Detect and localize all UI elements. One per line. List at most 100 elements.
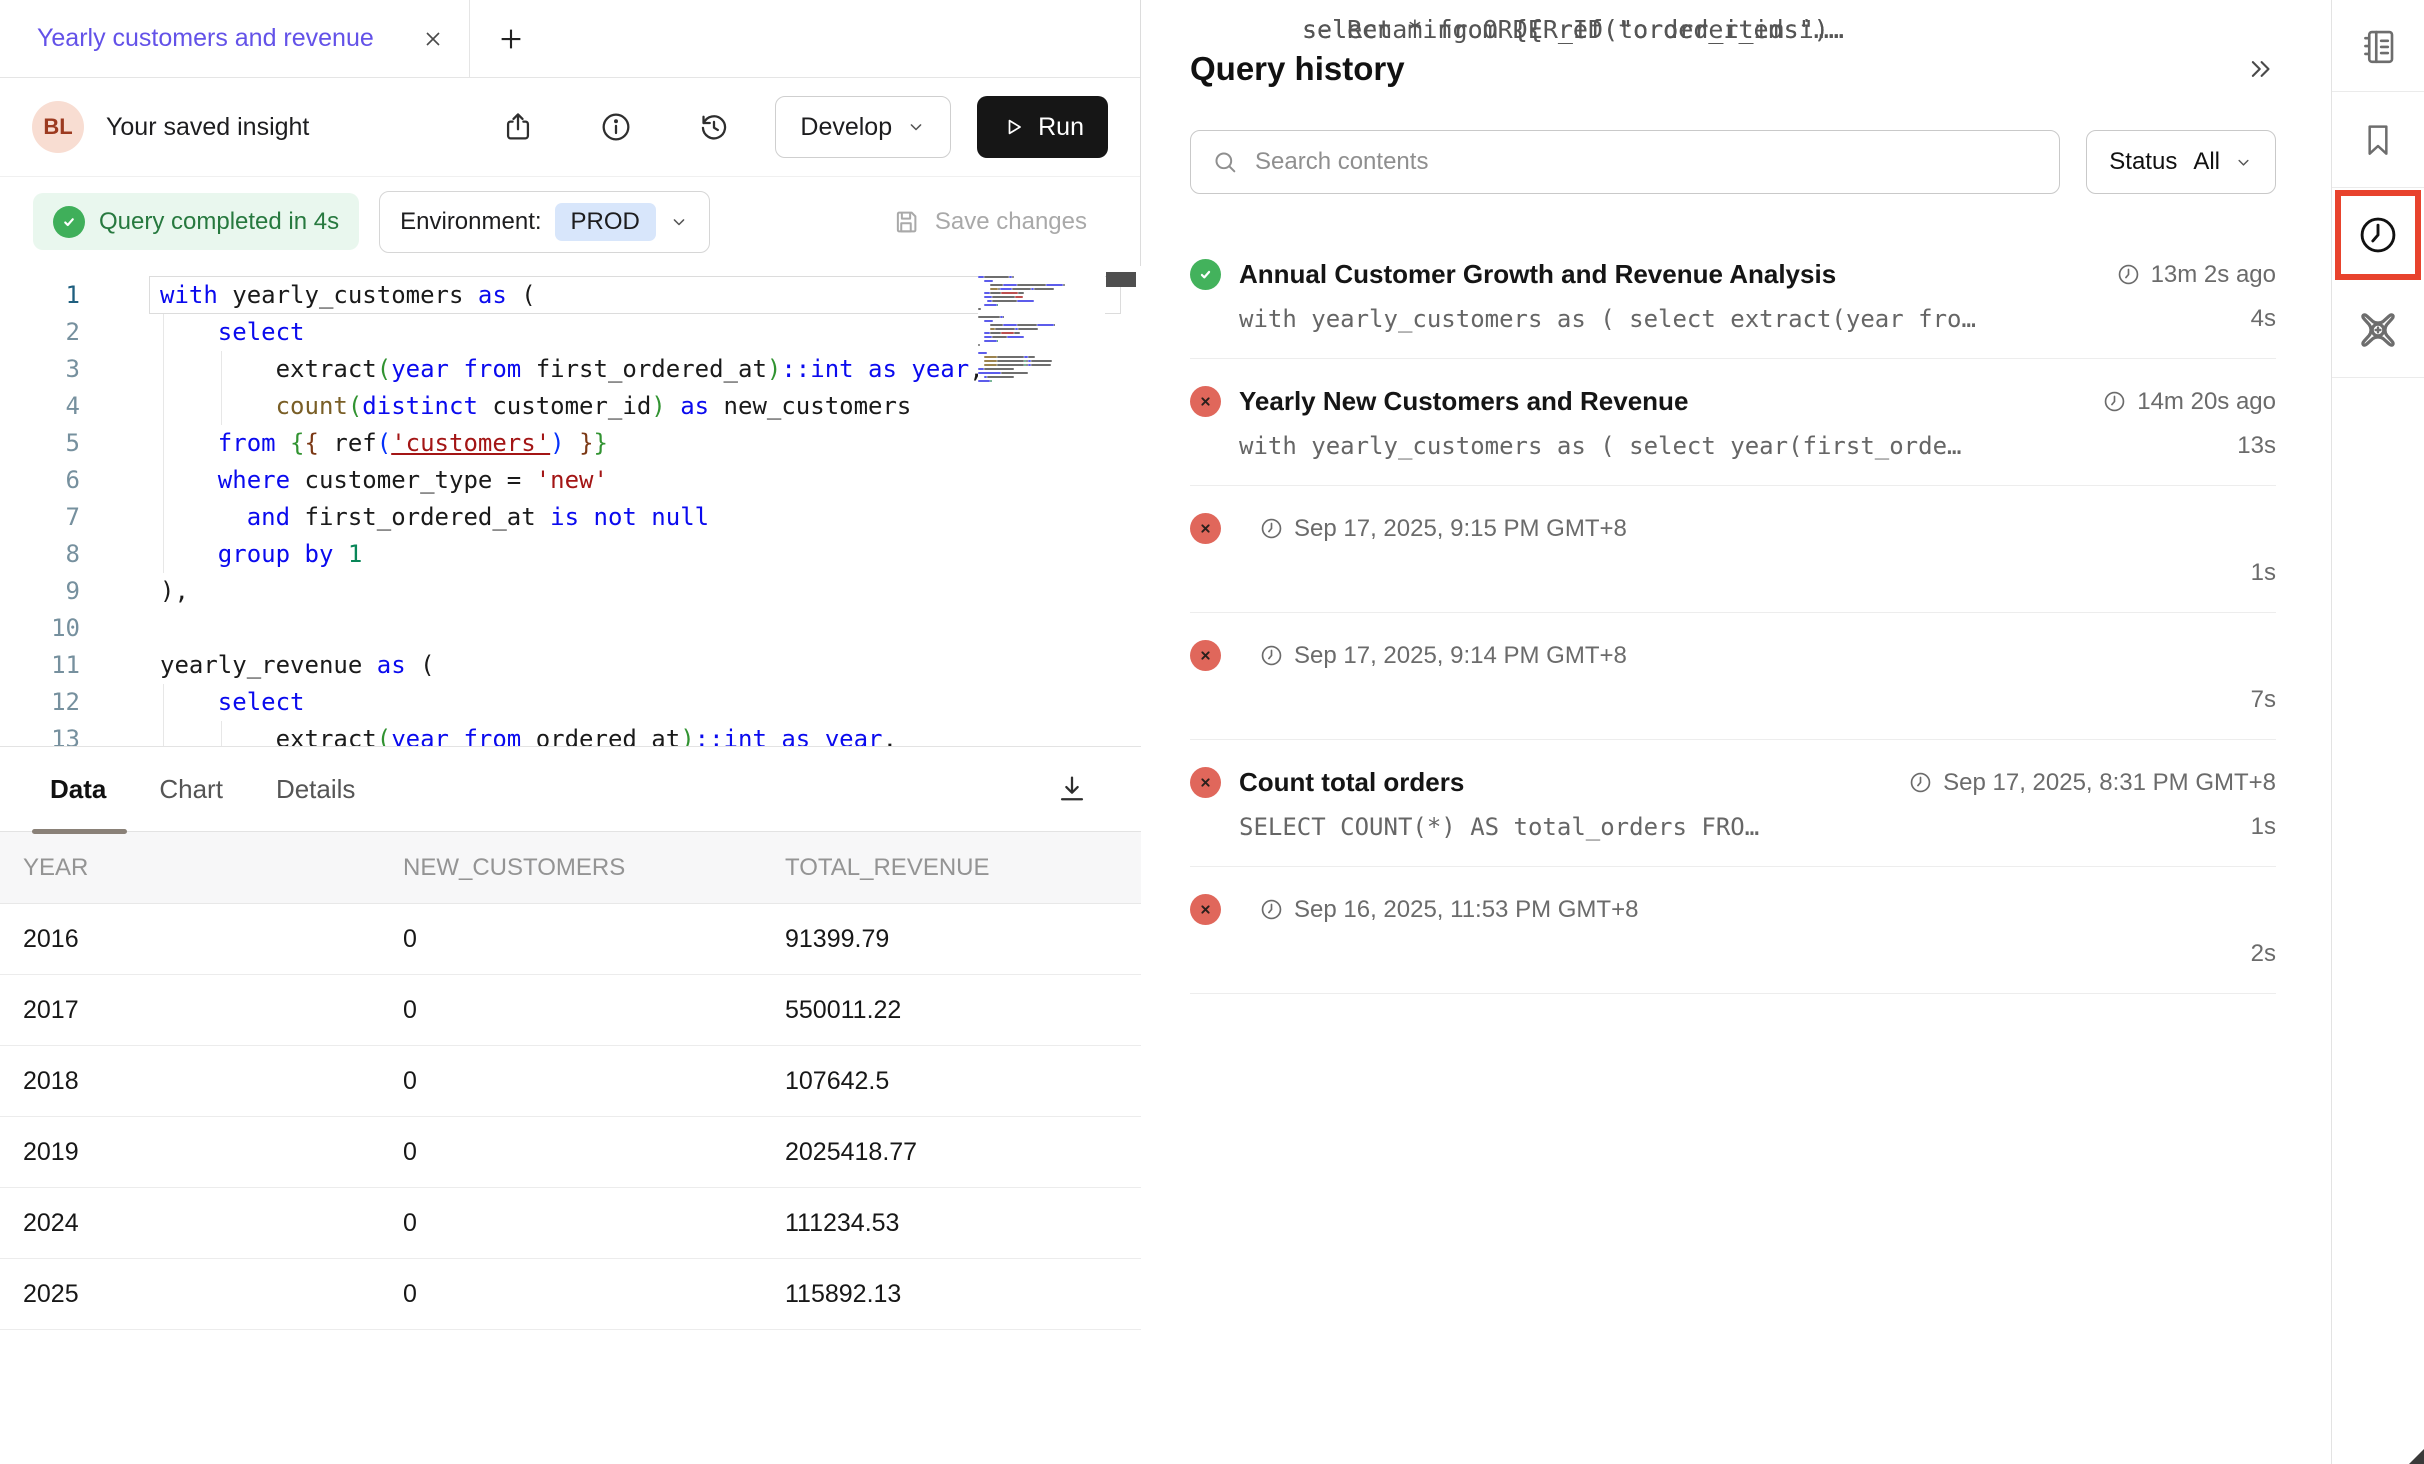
line-number: 1 [0, 277, 80, 314]
editor-minimap[interactable] [978, 273, 1105, 746]
check-icon [53, 206, 85, 238]
history-item-time: Sep 17, 2025, 9:15 PM GMT+8 [1259, 515, 1627, 543]
line-number: 6 [0, 462, 80, 499]
sql-code-editor[interactable]: 12345678910111213 with yearly_customers … [0, 266, 1141, 746]
chevron-down-icon [669, 212, 689, 232]
history-item-duration: 2s [2251, 940, 2276, 968]
history-item[interactable]: select * from {{ ref("order_items")…Sep … [1190, 486, 2276, 613]
history-item-title: -- Renaming ORDER_ID to order_id i… [1302, 11, 2331, 48]
avatar: BL [32, 101, 84, 153]
history-item-query-preview: with yearly_customers as ( select extrac… [1239, 305, 2251, 333]
table-cell: 0 [403, 925, 785, 954]
tab-yearly-customers-and-revenue[interactable]: Yearly customers and revenue [0, 0, 470, 77]
history-item[interactable]: select * from {{ ref("order_items")…Sep … [1190, 613, 2276, 740]
chevron-down-icon [2234, 153, 2253, 172]
table-cell: 2017 [23, 996, 403, 1025]
search-input[interactable] [1255, 148, 2039, 176]
tab-title: Yearly customers and revenue [37, 24, 407, 53]
status-row: Query completed in 4s Environment: PROD … [0, 177, 1140, 266]
history-item-duration: 7s [2251, 686, 2276, 714]
table-cell: 0 [403, 996, 785, 1025]
line-number: 3 [0, 351, 80, 388]
history-item-query-preview: SELECT COUNT(*) AS total_orders FRO… [1239, 813, 2251, 841]
history-item-title: Yearly New Customers and Revenue [1239, 386, 2064, 417]
insight-label: Your saved insight [106, 113, 309, 142]
notebook-icon[interactable] [2332, 0, 2424, 91]
error-x-icon [1190, 513, 1221, 544]
explore-flux-icon[interactable] [2332, 282, 2424, 377]
history-item-title: Count total orders [1239, 767, 1870, 798]
table-cell: 2018 [23, 1067, 403, 1096]
plus-icon [496, 24, 526, 54]
results-tab-bar: Data Chart Details [0, 746, 1141, 832]
tab-data[interactable]: Data [50, 747, 106, 831]
info-icon[interactable] [599, 110, 633, 144]
clock-icon [2116, 262, 2141, 287]
new-tab-button[interactable] [470, 0, 552, 77]
history-item-query-preview: with yearly_customers as ( select year(f… [1239, 432, 2237, 460]
history-item[interactable]: Count total ordersSep 17, 2025, 8:31 PM … [1190, 740, 2276, 867]
run-button[interactable]: Run [977, 96, 1108, 158]
line-number: 12 [0, 684, 80, 721]
double-chevron-right-icon[interactable] [2246, 54, 2276, 84]
error-x-icon [1190, 640, 1221, 671]
environment-selector[interactable]: Environment: PROD [379, 191, 710, 253]
indent-guide [221, 721, 222, 746]
indent-guide [163, 684, 164, 746]
clock-icon [1259, 643, 1284, 668]
environment-label: Environment: [400, 208, 541, 236]
table-row: 20250115892.13 [0, 1259, 1141, 1330]
chevron-down-icon [906, 117, 926, 137]
history-item[interactable]: Annual Customer Growth and Revenue Analy… [1190, 232, 2276, 359]
history-item-duration: 13s [2237, 432, 2276, 460]
column-header-year: YEAR [23, 854, 403, 882]
play-icon [1001, 115, 1025, 139]
query-status-pill: Query completed in 4s [33, 193, 359, 250]
restore-icon[interactable] [697, 110, 731, 144]
query-status-text: Query completed in 4s [99, 208, 339, 236]
right-icon-sidebar [2331, 0, 2424, 1464]
query-editor-panel: Yearly customers and revenue BL Your sav… [0, 0, 1141, 1464]
table-row: 20180107642.5 [0, 1046, 1141, 1117]
indent-guide [221, 351, 222, 425]
develop-button[interactable]: Develop [775, 96, 951, 158]
tab-chart[interactable]: Chart [159, 747, 223, 831]
table-row: 2016091399.79 [0, 904, 1141, 975]
share-icon[interactable] [501, 110, 535, 144]
search-box[interactable] [1190, 130, 2060, 194]
history-item[interactable]: -- Renaming ORDER_ID to order_id i…Sep 1… [1190, 867, 2276, 994]
history-item[interactable]: Yearly New Customers and Revenue 14m 20s … [1190, 359, 2276, 486]
search-icon [1211, 148, 1239, 176]
line-number: 10 [0, 610, 80, 647]
clock-icon [1259, 897, 1284, 922]
status-filter-dropdown[interactable]: Status All [2086, 130, 2276, 194]
bookmark-icon[interactable] [2332, 92, 2424, 187]
save-icon [891, 207, 921, 237]
history-item-time: Sep 16, 2025, 11:53 PM GMT+8 [1259, 896, 1638, 924]
overview-ruler-marker [1106, 272, 1136, 287]
status-filter-value: All [2193, 148, 2220, 176]
history-item-time: Sep 17, 2025, 9:14 PM GMT+8 [1259, 642, 1627, 670]
table-cell: 0 [403, 1067, 785, 1096]
error-x-icon [1190, 386, 1221, 417]
history-clock-icon-active[interactable] [2332, 188, 2424, 282]
status-filter-label: Status [2109, 148, 2177, 176]
line-number: 8 [0, 536, 80, 573]
history-item-time: 14m 20s ago [2102, 388, 2276, 416]
line-number: 7 [0, 499, 80, 536]
query-history-panel: Query history Status All Annual Customer… [1142, 0, 2331, 1464]
column-header-total-revenue: TOTAL_REVENUE [785, 854, 1141, 882]
close-icon[interactable] [421, 27, 445, 51]
table-cell: 0 [403, 1280, 785, 1309]
error-x-icon [1190, 894, 1221, 925]
column-header-new-customers: NEW_CUSTOMERS [403, 854, 785, 882]
download-icon[interactable] [1055, 772, 1089, 806]
table-cell: 2019 [23, 1138, 403, 1167]
save-changes-button[interactable]: Save changes [891, 207, 1087, 237]
line-number: 4 [0, 388, 80, 425]
tab-bar: Yearly customers and revenue [0, 0, 1140, 78]
results-panel: Data Chart Details YEAR NEW_CUSTOMERS TO… [0, 746, 1141, 1464]
line-number: 13 [0, 721, 80, 746]
resize-corner[interactable] [2409, 1449, 2424, 1464]
tab-details[interactable]: Details [276, 747, 355, 831]
